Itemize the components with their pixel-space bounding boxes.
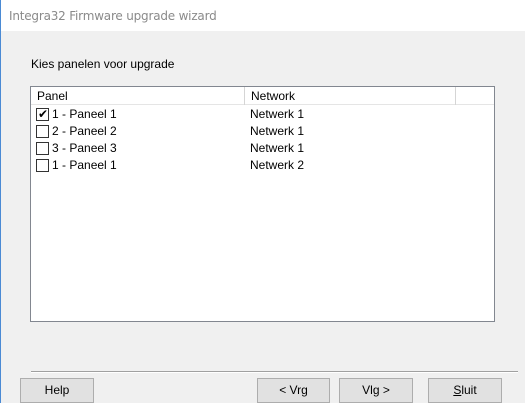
cell-network: Netwerk 2 xyxy=(250,158,305,172)
table-row[interactable]: ✔ 1 - Paneel 1 Netwerk 1 xyxy=(31,106,494,123)
row-checkbox[interactable] xyxy=(36,142,49,155)
cell-panel: 3 - Paneel 3 xyxy=(52,141,117,155)
row-checkbox[interactable] xyxy=(36,159,49,172)
table-row[interactable]: 1 - Paneel 1 Netwerk 2 xyxy=(31,157,494,174)
previous-button[interactable]: < Vrg xyxy=(257,378,330,403)
table-row[interactable]: 3 - Paneel 3 Netwerk 1 xyxy=(31,140,494,157)
window-title: Integra32 Firmware upgrade wizard xyxy=(9,9,217,23)
close-label: luit xyxy=(461,383,477,397)
row-checkbox[interactable] xyxy=(36,125,49,138)
instruction-label: Kies panelen voor upgrade xyxy=(31,57,175,71)
check-icon: ✔ xyxy=(38,107,49,121)
cell-network: Netwerk 1 xyxy=(250,124,305,138)
cell-network: Netwerk 1 xyxy=(250,107,305,121)
cell-panel: 1 - Paneel 1 xyxy=(52,158,117,172)
table-row[interactable]: 2 - Paneel 2 Netwerk 1 xyxy=(31,123,494,140)
row-checkbox[interactable]: ✔ xyxy=(36,107,49,121)
help-button[interactable]: Help xyxy=(20,378,94,403)
list-header: Panel Network xyxy=(31,87,494,105)
column-header-filler xyxy=(456,87,494,105)
column-header-network[interactable]: Network xyxy=(245,87,456,105)
cell-panel: 1 - Paneel 1 xyxy=(52,107,117,121)
next-button[interactable]: Vlg > xyxy=(339,378,413,403)
close-button[interactable]: Sluit xyxy=(428,378,502,403)
column-header-panel[interactable]: Panel xyxy=(31,87,245,105)
cell-panel: 2 - Paneel 2 xyxy=(52,124,117,138)
wizard-window: Integra32 Firmware upgrade wizard Kies p… xyxy=(0,0,525,403)
panel-list[interactable]: Panel Network ✔ 1 - Paneel 1 Netwerk 1 2… xyxy=(30,86,495,322)
cell-network: Netwerk 1 xyxy=(250,141,305,155)
button-separator xyxy=(31,371,518,373)
title-bar[interactable]: Integra32 Firmware upgrade wizard xyxy=(1,0,525,31)
